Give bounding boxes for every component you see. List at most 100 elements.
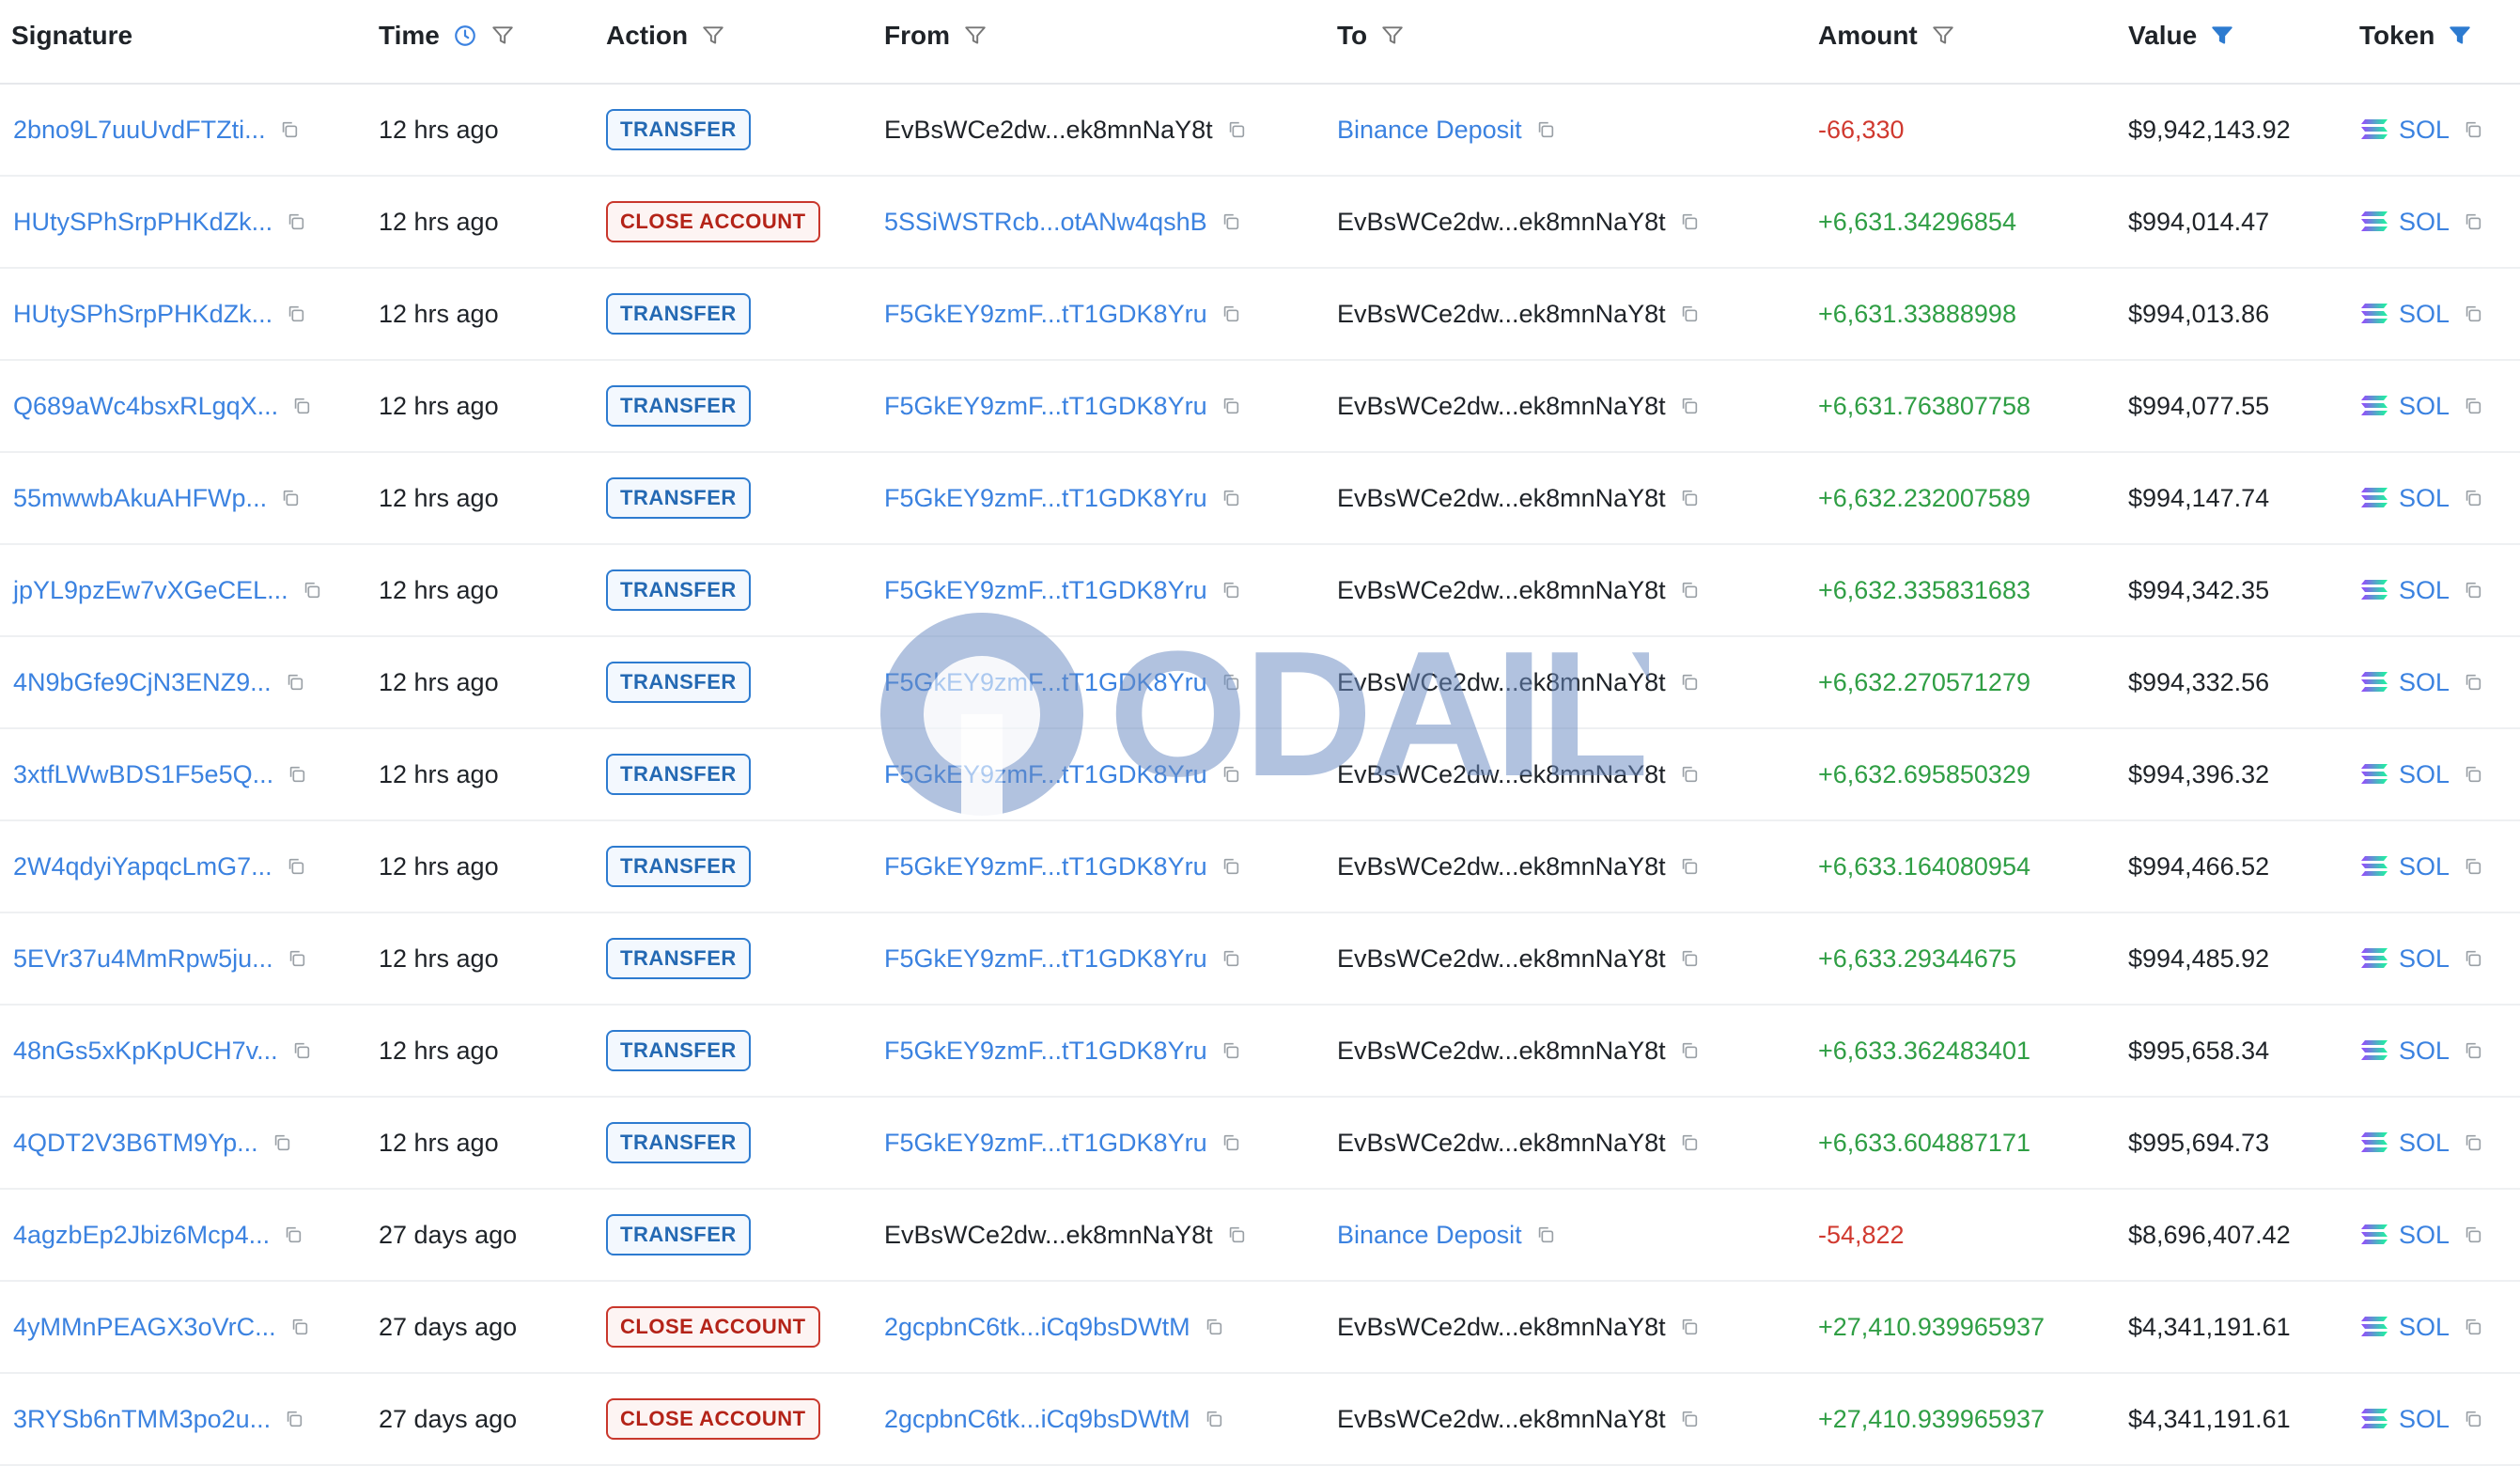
copy-icon[interactable]	[1679, 672, 1700, 693]
to-address[interactable]: Binance Deposit	[1337, 116, 1522, 145]
copy-icon[interactable]	[284, 1409, 304, 1429]
token-link[interactable]: SOL	[2399, 1037, 2450, 1066]
signature-link[interactable]: 4N9bGfe9CjN3ENZ9...	[13, 668, 272, 697]
copy-icon[interactable]	[1679, 1409, 1700, 1429]
copy-icon[interactable]	[1679, 396, 1700, 416]
filter-icon[interactable]	[1380, 23, 1405, 48]
copy-icon[interactable]	[291, 396, 312, 416]
signature-link[interactable]: 4yMMnPEAGX3oVrC...	[13, 1313, 276, 1342]
signature-link[interactable]: 4agzbEp2Jbiz6Mcp4...	[13, 1221, 270, 1250]
copy-icon[interactable]	[1221, 764, 1241, 785]
copy-icon[interactable]	[1679, 1317, 1700, 1337]
copy-icon[interactable]	[286, 304, 306, 324]
signature-link[interactable]: 2bno9L7uuUvdFTZti...	[13, 116, 266, 145]
to-address[interactable]: Binance Deposit	[1337, 1221, 1522, 1250]
filter-active-icon[interactable]	[2448, 23, 2472, 48]
signature-link[interactable]: 3xtfLWwBDS1F5e5Q...	[13, 760, 273, 789]
copy-icon[interactable]	[1679, 1132, 1700, 1153]
signature-link[interactable]: 48nGs5xKpKpUCH7v...	[13, 1037, 278, 1066]
from-address[interactable]: 2gcpbnC6tk...iCq9bsDWtM	[884, 1405, 1190, 1434]
from-address[interactable]: 2gcpbnC6tk...iCq9bsDWtM	[884, 1313, 1190, 1342]
token-link[interactable]: SOL	[2399, 760, 2450, 789]
copy-icon[interactable]	[1679, 948, 1700, 969]
copy-icon[interactable]	[2463, 1040, 2483, 1061]
token-link[interactable]: SOL	[2399, 300, 2450, 329]
token-link[interactable]: SOL	[2399, 1405, 2450, 1434]
token-link[interactable]: SOL	[2399, 944, 2450, 974]
copy-icon[interactable]	[2463, 488, 2483, 508]
signature-link[interactable]: 55mwwbAkuAHFWp...	[13, 484, 267, 513]
filter-icon[interactable]	[701, 23, 725, 48]
copy-icon[interactable]	[1679, 1040, 1700, 1061]
copy-icon[interactable]	[285, 672, 305, 693]
token-link[interactable]: SOL	[2399, 392, 2450, 421]
signature-link[interactable]: 5EVr37u4MmRpw5ju...	[13, 944, 273, 974]
copy-icon[interactable]	[2463, 1132, 2483, 1153]
copy-icon[interactable]	[287, 948, 307, 969]
copy-icon[interactable]	[1221, 672, 1241, 693]
copy-icon[interactable]	[2463, 119, 2483, 140]
copy-icon[interactable]	[272, 1132, 292, 1153]
copy-icon[interactable]	[1535, 119, 1556, 140]
copy-icon[interactable]	[283, 1224, 303, 1245]
signature-link[interactable]: 3RYSb6nTMM3po2u...	[13, 1405, 271, 1434]
copy-icon[interactable]	[1535, 1224, 1556, 1245]
token-link[interactable]: SOL	[2399, 1221, 2450, 1250]
copy-icon[interactable]	[286, 211, 306, 232]
copy-icon[interactable]	[2463, 856, 2483, 877]
copy-icon[interactable]	[1221, 488, 1241, 508]
token-link[interactable]: SOL	[2399, 1313, 2450, 1342]
copy-icon[interactable]	[1679, 211, 1700, 232]
copy-icon[interactable]	[1679, 856, 1700, 877]
copy-icon[interactable]	[1679, 304, 1700, 324]
from-address[interactable]: F5GkEY9zmF...tT1GDK8Yru	[884, 852, 1207, 881]
from-address[interactable]: F5GkEY9zmF...tT1GDK8Yru	[884, 760, 1207, 789]
copy-icon[interactable]	[1221, 580, 1241, 600]
from-address[interactable]: F5GkEY9zmF...tT1GDK8Yru	[884, 944, 1207, 974]
copy-icon[interactable]	[1221, 211, 1241, 232]
filter-active-icon[interactable]	[2210, 23, 2234, 48]
copy-icon[interactable]	[279, 119, 300, 140]
copy-icon[interactable]	[1226, 1224, 1247, 1245]
token-link[interactable]: SOL	[2399, 852, 2450, 881]
from-address[interactable]: F5GkEY9zmF...tT1GDK8Yru	[884, 300, 1207, 329]
from-address[interactable]: F5GkEY9zmF...tT1GDK8Yru	[884, 1037, 1207, 1066]
copy-icon[interactable]	[1221, 1132, 1241, 1153]
copy-icon[interactable]	[286, 856, 306, 877]
from-address[interactable]: F5GkEY9zmF...tT1GDK8Yru	[884, 576, 1207, 605]
copy-icon[interactable]	[1221, 856, 1241, 877]
copy-icon[interactable]	[1221, 304, 1241, 324]
signature-link[interactable]: HUtySPhSrpPHKdZk...	[13, 208, 272, 237]
from-address[interactable]: F5GkEY9zmF...tT1GDK8Yru	[884, 1129, 1207, 1158]
from-address[interactable]: 5SSiWSTRcb...otANw4qshB	[884, 208, 1207, 237]
token-link[interactable]: SOL	[2399, 1129, 2450, 1158]
copy-icon[interactable]	[1221, 1040, 1241, 1061]
from-address[interactable]: F5GkEY9zmF...tT1GDK8Yru	[884, 668, 1207, 697]
copy-icon[interactable]	[1204, 1409, 1224, 1429]
copy-icon[interactable]	[2463, 1409, 2483, 1429]
filter-icon[interactable]	[490, 23, 515, 48]
copy-icon[interactable]	[2463, 1317, 2483, 1337]
token-link[interactable]: SOL	[2399, 208, 2450, 237]
copy-icon[interactable]	[1204, 1317, 1224, 1337]
signature-link[interactable]: Q689aWc4bsxRLgqX...	[13, 392, 278, 421]
copy-icon[interactable]	[1221, 396, 1241, 416]
from-address[interactable]: F5GkEY9zmF...tT1GDK8Yru	[884, 392, 1207, 421]
clock-icon[interactable]	[453, 23, 477, 48]
copy-icon[interactable]	[1226, 119, 1247, 140]
copy-icon[interactable]	[289, 1317, 310, 1337]
signature-link[interactable]: HUtySPhSrpPHKdZk...	[13, 300, 272, 329]
token-link[interactable]: SOL	[2399, 116, 2450, 145]
copy-icon[interactable]	[2463, 1224, 2483, 1245]
copy-icon[interactable]	[2463, 672, 2483, 693]
copy-icon[interactable]	[2463, 948, 2483, 969]
token-link[interactable]: SOL	[2399, 668, 2450, 697]
from-address[interactable]: F5GkEY9zmF...tT1GDK8Yru	[884, 484, 1207, 513]
filter-icon[interactable]	[1931, 23, 1955, 48]
token-link[interactable]: SOL	[2399, 484, 2450, 513]
signature-link[interactable]: jpYL9pzEw7vXGeCEL...	[13, 576, 288, 605]
copy-icon[interactable]	[280, 488, 301, 508]
copy-icon[interactable]	[2463, 396, 2483, 416]
copy-icon[interactable]	[1679, 764, 1700, 785]
copy-icon[interactable]	[2463, 764, 2483, 785]
